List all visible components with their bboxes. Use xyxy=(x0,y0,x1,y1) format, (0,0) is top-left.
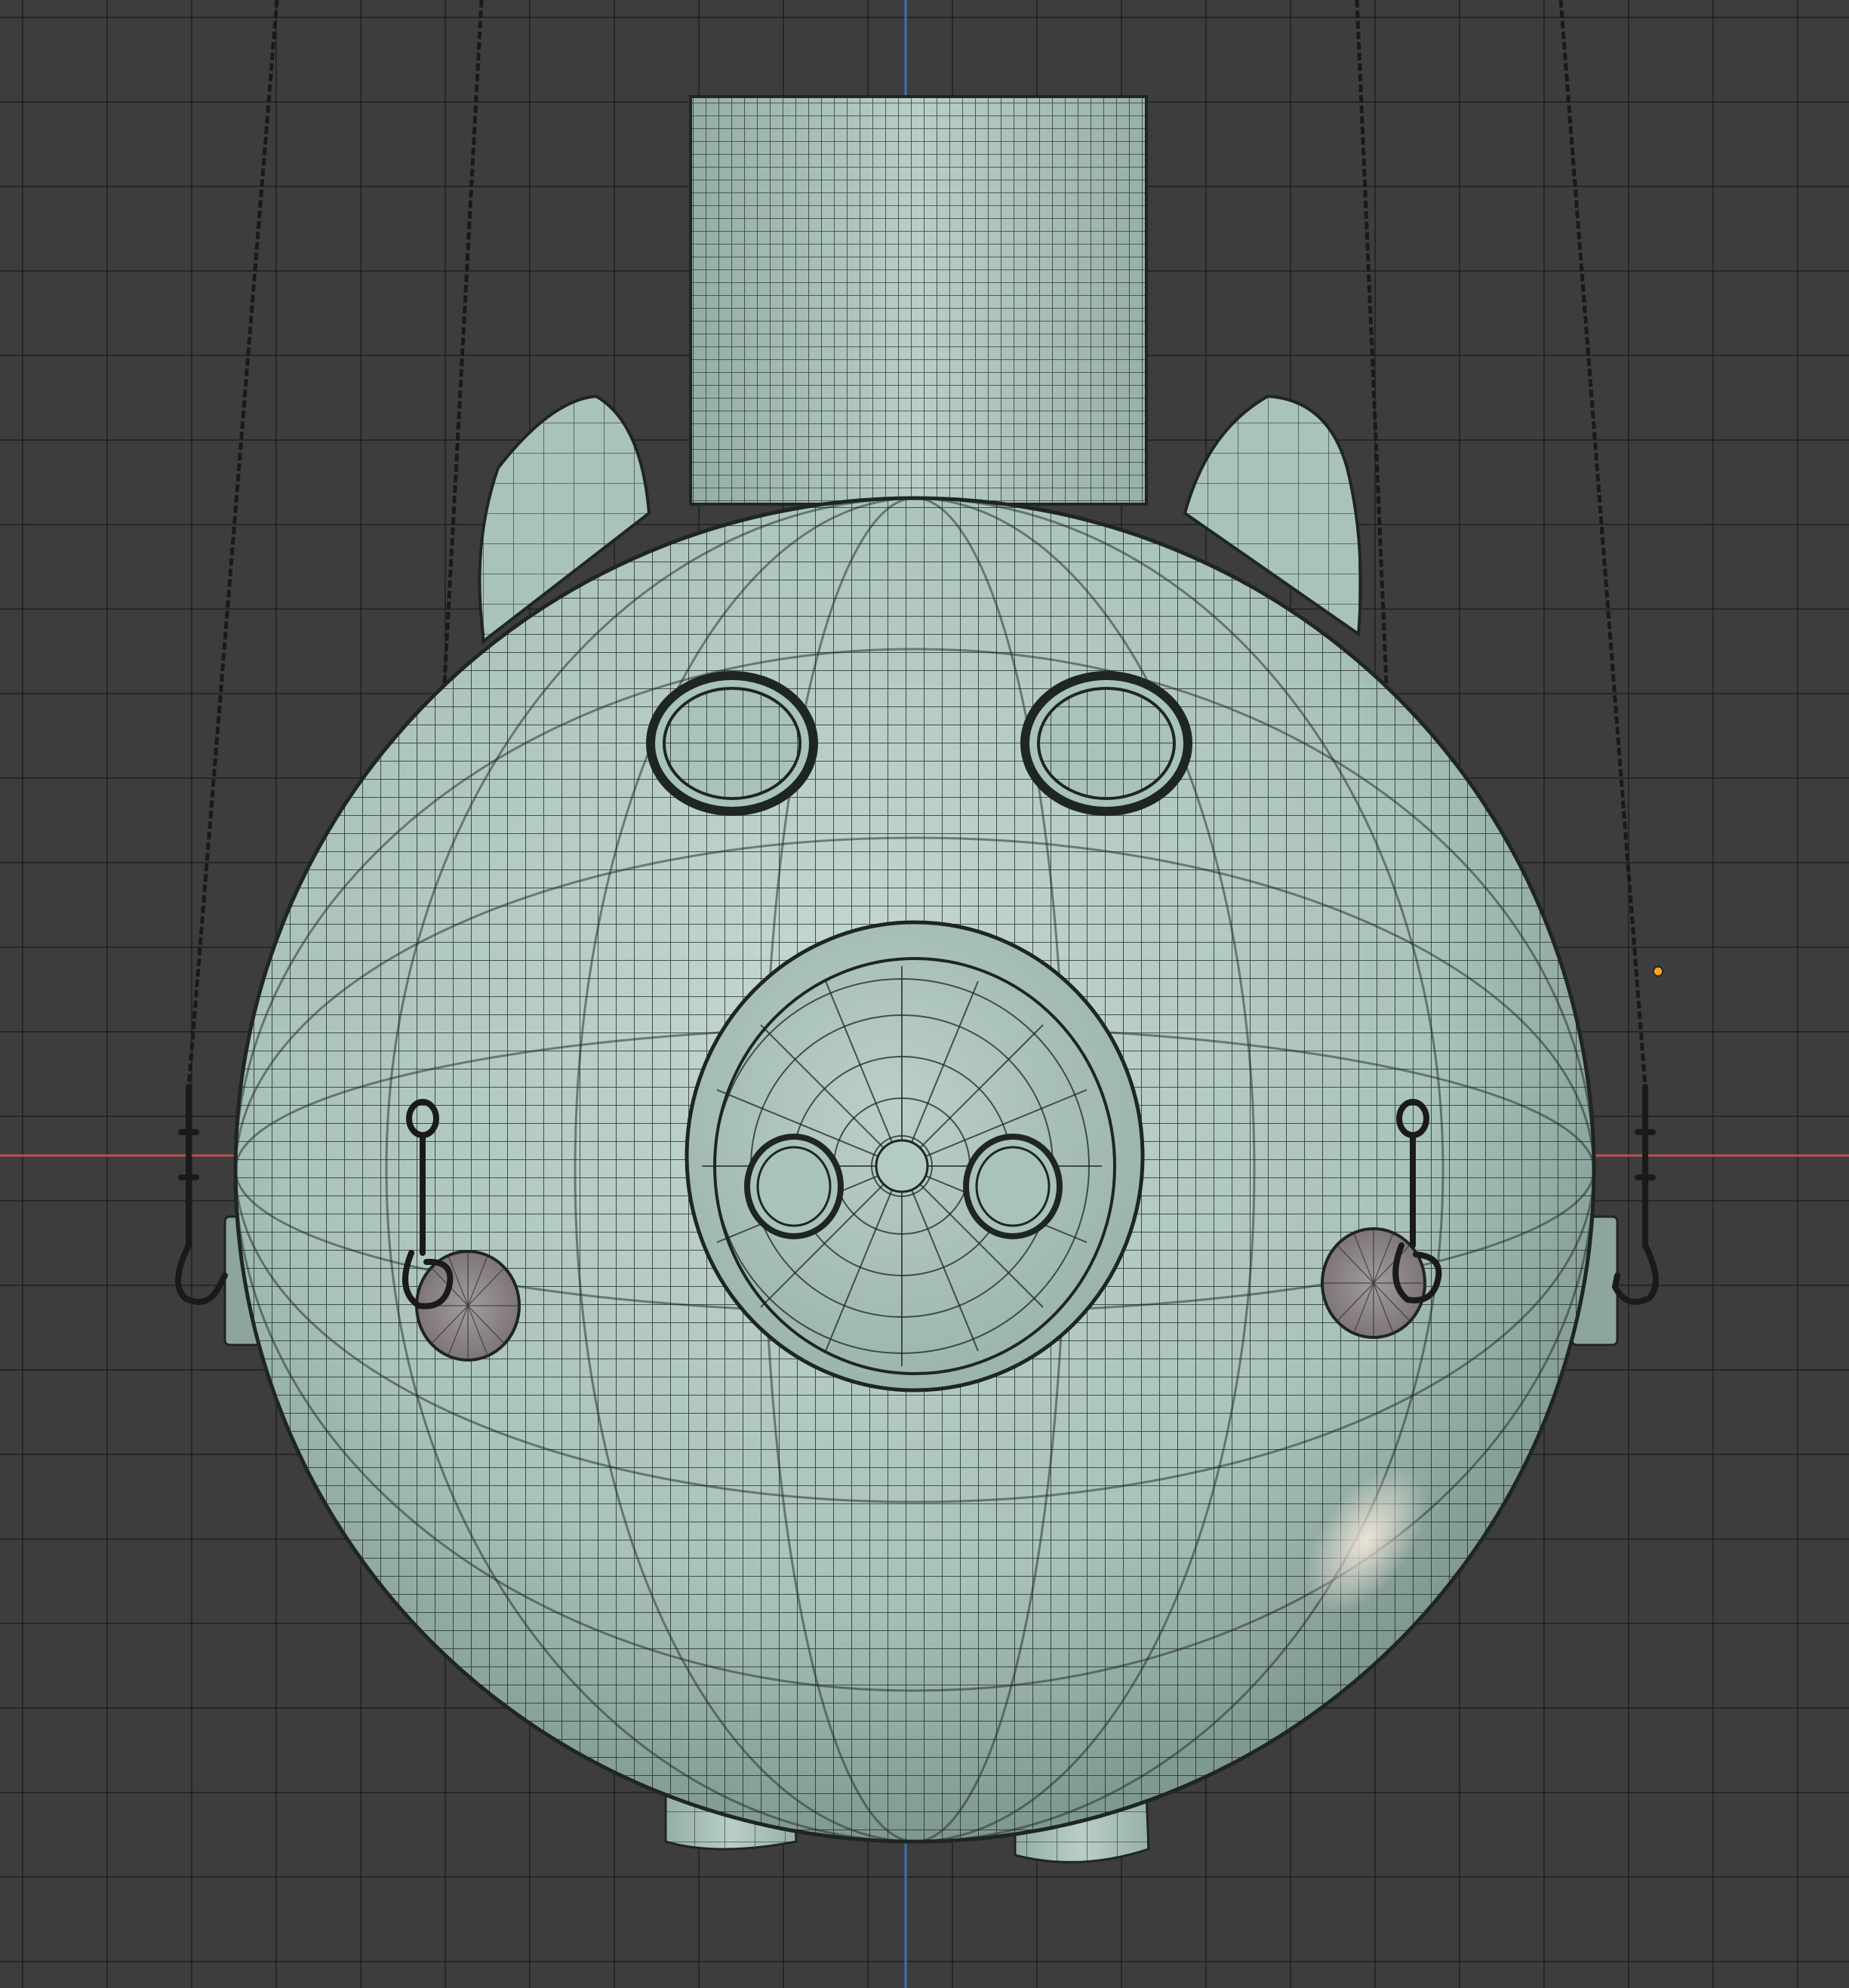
object-origin-marker[interactable] xyxy=(1653,966,1663,977)
nostril-left[interactable] xyxy=(744,1134,844,1239)
pig-neck-cylinder[interactable] xyxy=(689,95,1148,506)
pig-eye-left[interactable] xyxy=(646,671,818,816)
pig-eye-right[interactable] xyxy=(1020,671,1192,816)
pig-snout[interactable] xyxy=(685,920,1145,1393)
hook-right-outer[interactable] xyxy=(1611,1084,1659,1305)
speaker-disc-right[interactable] xyxy=(1321,1227,1426,1339)
3d-viewport[interactable] xyxy=(0,0,1849,1988)
viewport-scene xyxy=(0,0,1849,1988)
hook-left-outer[interactable] xyxy=(175,1084,228,1305)
nostril-right[interactable] xyxy=(963,1134,1063,1239)
